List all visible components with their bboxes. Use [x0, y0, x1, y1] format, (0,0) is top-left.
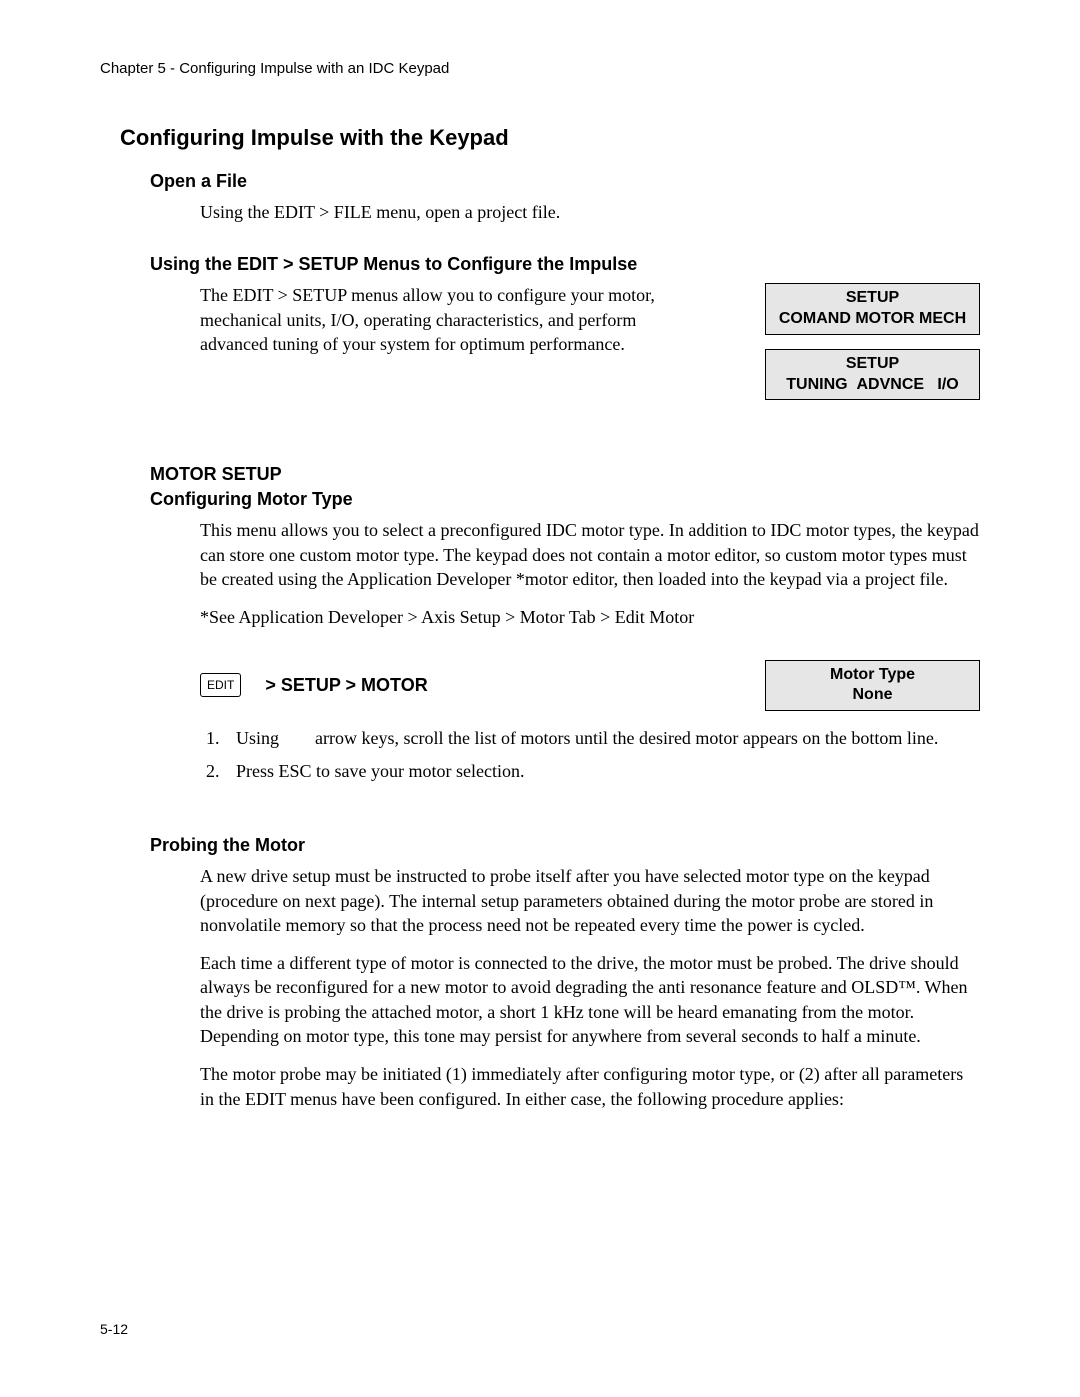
lcd-setup-1: SETUP COMAND MOTOR MECH	[765, 283, 980, 335]
list-item: Using arrow keys, scroll the list of mot…	[224, 725, 980, 752]
lcd-line: None	[772, 685, 973, 706]
lcd-line: TUNING ADVNCE I/O	[772, 375, 973, 396]
edit-key-icon: EDIT	[200, 673, 241, 697]
motor-setup-steps: Using arrow keys, scroll the list of mot…	[200, 725, 980, 785]
lcd-line: SETUP	[772, 288, 973, 309]
page-number: 5-12	[100, 1321, 128, 1337]
lcd-setup-2: SETUP TUNING ADVNCE I/O	[765, 349, 980, 401]
setup-menus-body: The EDIT > SETUP menus allow you to conf…	[200, 283, 700, 356]
motor-setup-heading: MOTOR SETUP	[150, 464, 980, 485]
setup-menus-heading: Using the EDIT > SETUP Menus to Configur…	[150, 254, 980, 275]
config-motor-type-heading: Configuring Motor Type	[150, 489, 980, 510]
open-file-body: Using the EDIT > FILE menu, open a proje…	[200, 200, 980, 224]
probing-para2: Each time a different type of motor is c…	[200, 951, 980, 1048]
lcd-motor-type: Motor Type None	[765, 660, 980, 712]
page: Chapter 5 - Configuring Impulse with an …	[0, 0, 1080, 1397]
list-item: Press ESC to save your motor selection.	[224, 758, 980, 785]
nav-path: > SETUP > MOTOR	[265, 675, 427, 696]
probing-heading: Probing the Motor	[150, 835, 980, 856]
motor-setup-para1: This menu allows you to select a preconf…	[200, 518, 980, 591]
page-title: Configuring Impulse with the Keypad	[120, 125, 980, 151]
lcd-line: Motor Type	[772, 665, 973, 686]
motor-setup-para2: *See Application Developer > Axis Setup …	[200, 605, 980, 629]
probing-para1: A new drive setup must be instructed to …	[200, 864, 980, 937]
nav-row: EDIT > SETUP > MOTOR Motor Type None	[200, 660, 980, 712]
open-file-heading: Open a File	[150, 171, 980, 192]
lcd-line: COMAND MOTOR MECH	[772, 309, 973, 330]
running-header: Chapter 5 - Configuring Impulse with an …	[100, 60, 980, 77]
lcd-line: SETUP	[772, 354, 973, 375]
setup-menus-row: The EDIT > SETUP menus allow you to conf…	[200, 283, 980, 414]
probing-para3: The motor probe may be initiated (1) imm…	[200, 1062, 980, 1111]
